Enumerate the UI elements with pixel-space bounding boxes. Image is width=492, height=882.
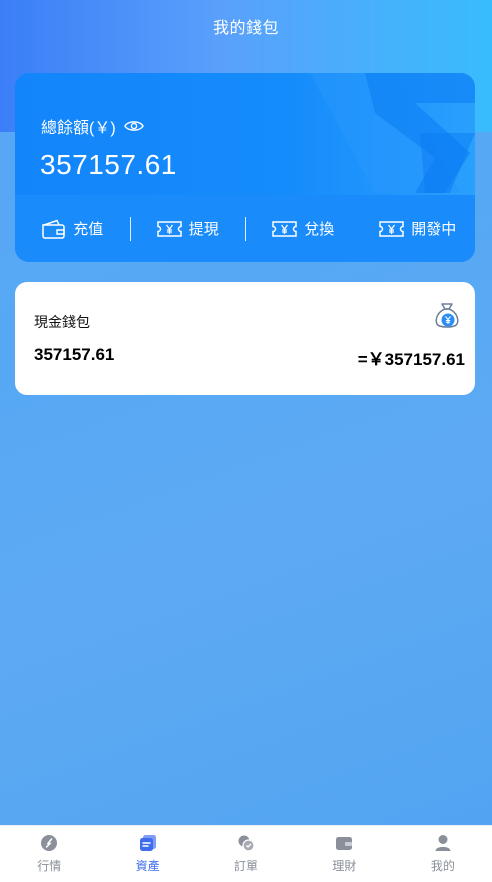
in-development-button[interactable]: 開發中 xyxy=(361,195,476,262)
tab-finance[interactable]: 理財 xyxy=(295,826,393,882)
wallet-amount: 357157.61 xyxy=(34,345,115,364)
recharge-label: 充值 xyxy=(73,221,104,238)
wallet-icon xyxy=(42,219,65,239)
action-bar: 充值 提現 兌換 開發中 xyxy=(15,195,475,262)
balance-card: 總餘額(￥) 357157.61 充值 提現 兌換 開發中 xyxy=(15,73,475,262)
total-balance-label: 總餘額(￥) xyxy=(41,120,116,137)
tab-market-label: 行情 xyxy=(37,859,62,873)
ticket-yen-icon xyxy=(379,220,404,237)
withdraw-button[interactable]: 提現 xyxy=(131,195,246,262)
cash-wallet-card[interactable]: 現金錢包 357157.61 =￥357157.61 xyxy=(15,282,475,395)
ticket-yen-icon xyxy=(272,220,297,237)
market-icon xyxy=(41,835,58,851)
exchange-button[interactable]: 兌換 xyxy=(246,195,361,262)
balance-summary: 總餘額(￥) 357157.61 xyxy=(15,73,475,195)
eye-icon[interactable] xyxy=(123,119,144,133)
ticket-yen-icon xyxy=(156,220,182,237)
tab-assets-label: 資產 xyxy=(135,859,160,873)
tab-market[interactable]: 行情 xyxy=(0,826,98,882)
recharge-button[interactable]: 充值 xyxy=(15,195,130,262)
page-title: 我的錢包 xyxy=(212,20,279,37)
bottom-tab-bar: 行情 資產 訂單 理財 我的 xyxy=(0,825,492,882)
asset-icon xyxy=(139,835,156,851)
user-icon xyxy=(435,835,451,851)
total-balance-amount: 357157.61 xyxy=(40,149,177,180)
money-bag-icon xyxy=(435,303,459,328)
in-development-label: 開發中 xyxy=(411,221,457,238)
order-icon xyxy=(238,835,255,852)
tab-orders-label: 訂單 xyxy=(234,859,259,873)
tab-finance-label: 理財 xyxy=(332,859,357,873)
exchange-label: 兌換 xyxy=(304,221,335,238)
tab-profile-label: 我的 xyxy=(430,859,455,873)
tab-assets[interactable]: 資產 xyxy=(98,826,196,882)
finance-icon xyxy=(336,837,353,850)
wallet-name: 現金錢包 xyxy=(34,314,90,330)
wallet-equivalent: =￥357157.61 xyxy=(357,350,465,369)
tab-profile[interactable]: 我的 xyxy=(394,826,492,882)
withdraw-label: 提現 xyxy=(188,221,219,238)
tab-orders[interactable]: 訂單 xyxy=(197,826,295,882)
balance-label-row: 總餘額(￥) xyxy=(41,114,144,138)
